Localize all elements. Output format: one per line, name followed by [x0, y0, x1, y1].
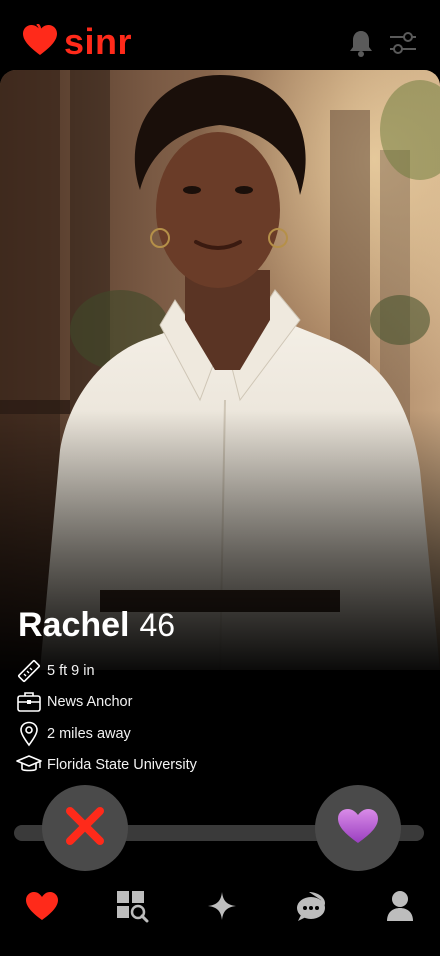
sparkle-icon	[207, 891, 237, 926]
detail-distance: 2 miles away	[16, 721, 416, 747]
nav-explore[interactable]	[114, 890, 150, 926]
nav-profile[interactable]	[382, 890, 418, 926]
app-logo[interactable]: sinr	[22, 22, 132, 62]
detail-education: Florida State University	[16, 752, 416, 778]
heart-icon	[25, 891, 59, 926]
profile-name: Rachel	[18, 606, 130, 644]
explore-grid-icon	[115, 889, 149, 928]
bell-icon[interactable]	[348, 29, 374, 57]
detail-job-text: News Anchor	[47, 694, 133, 710]
location-pin-icon	[16, 721, 42, 747]
like-button[interactable]	[315, 785, 401, 871]
detail-height: 5 ft 9 in	[16, 658, 416, 684]
top-bar: sinr	[0, 0, 440, 70]
nope-button[interactable]	[42, 785, 128, 871]
detail-distance-text: 2 miles away	[47, 726, 131, 742]
red-x-icon	[64, 805, 106, 852]
profile-age: 46	[139, 607, 176, 643]
ruler-icon	[16, 658, 42, 684]
bottom-nav	[0, 880, 440, 940]
nav-messages[interactable]	[294, 890, 330, 926]
detail-job: News Anchor	[16, 689, 416, 715]
profile-name-row: Rachel 46	[18, 606, 175, 645]
profile-photo[interactable]	[0, 70, 440, 670]
briefcase-icon	[16, 689, 42, 715]
filter-sliders-icon[interactable]	[388, 31, 418, 55]
nav-matches[interactable]	[24, 890, 60, 926]
detail-education-text: Florida State University	[47, 757, 197, 773]
chat-bubbles-icon	[295, 890, 329, 927]
graduation-cap-icon	[16, 752, 42, 778]
nav-discover[interactable]	[204, 890, 240, 926]
detail-height-text: 5 ft 9 in	[47, 663, 95, 679]
logo-heart-icon	[22, 22, 58, 61]
purple-heart-icon	[336, 807, 380, 850]
profile-icon	[385, 890, 415, 927]
app-name: sinr	[64, 21, 133, 62]
